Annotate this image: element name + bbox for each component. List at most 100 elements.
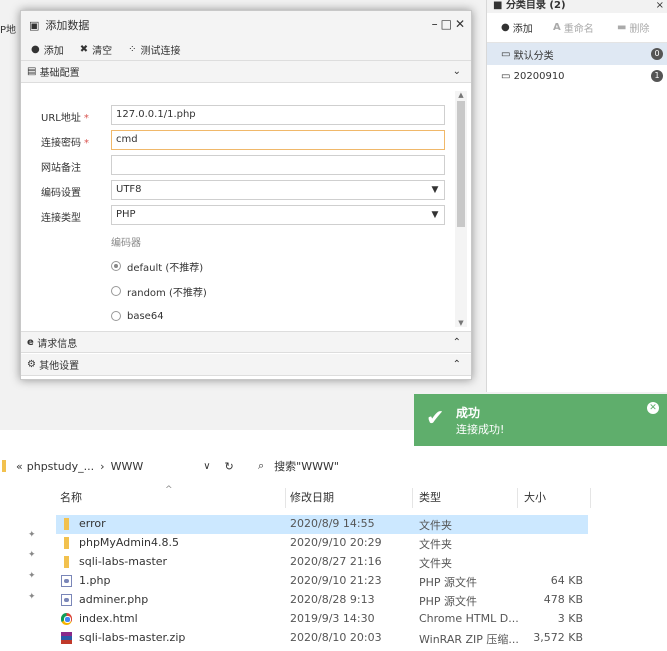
plus-circle-icon: ● [501,22,510,33]
scrollbar-thumb[interactable] [457,101,465,227]
add-data-dialog: ▣ 添加数据 – □ ✕ ● 添加 ✖ 清空 ⁘ 测试连接 ▤ 基础配置 ⌄ U… [20,10,472,380]
connection-type-select[interactable]: PHP ▼ [111,205,445,225]
column-divider [412,488,413,508]
close-icon[interactable]: × [656,0,664,11]
column-divider [590,488,591,508]
breadcrumb-back[interactable]: « [16,460,23,473]
check-icon: ✔ [426,406,445,431]
refresh-icon[interactable]: ↻ [225,460,234,473]
column-name[interactable]: 名称 [60,486,82,510]
success-toast: ✔ 成功 连接成功! ✕ [414,394,667,446]
rename-category-button[interactable]: A 重命名 [553,20,617,35]
form-scrollbar[interactable]: ▲ ▼ [455,91,467,327]
close-icon[interactable]: ✕ [455,17,465,31]
password-input[interactable]: cmd [111,130,445,150]
url-input[interactable]: 127.0.0.1/1.php [111,105,445,125]
file-name: adminer.php [79,593,149,606]
category-item[interactable]: ▭ 20200910 1 [487,65,667,87]
encoder-option-random[interactable]: random (不推荐) [111,281,207,301]
toast-message: 连接成功! [456,423,505,436]
file-type: PHP 源文件 [419,595,478,608]
maximize-icon[interactable]: □ [441,17,452,31]
search-box[interactable]: ⌕ 搜索"WWW" [258,455,339,477]
breadcrumb-item[interactable]: phpstudy_... [27,460,94,473]
file-date: 2020/8/9 14:55 [290,517,375,530]
section-other-settings[interactable]: ⚙ 其他设置 ⌃ [21,354,471,376]
delete-category-button[interactable]: ▬ 删除 [617,20,649,35]
file-size: 3,572 KB [533,631,583,644]
breadcrumb-item[interactable]: WWW [111,460,144,473]
file-type: 文件夹 [419,538,452,551]
note-input[interactable] [111,155,445,175]
file-row[interactable]: error 2020/8/9 14:55 文件夹 [0,515,667,534]
section-basic-config[interactable]: ▤ 基础配置 ⌄ [21,61,471,83]
chevron-down-icon[interactable]: ∨ [203,461,210,472]
category-item[interactable]: ▭ 默认分类 0 [487,43,667,65]
file-row[interactable]: 1.php 2020/9/10 21:23 PHP 源文件 64 KB [0,572,667,591]
file-size: 3 KB [557,612,583,625]
encoder-option-base64[interactable]: base64 [111,306,164,326]
folder-icon [64,556,69,568]
add-category-button[interactable]: ● 添加 [501,20,553,35]
folder-icon [2,460,6,472]
file-row[interactable]: sqli-labs-master.zip 2020/8/10 20:03 Win… [0,629,667,648]
search-placeholder: 搜索"WWW" [274,460,339,473]
file-row[interactable]: phpMyAdmin4.8.5 2020/9/10 20:29 文件夹 [0,534,667,553]
toast-title: 成功 [456,406,481,420]
php-file-icon [61,594,72,606]
file-size: 64 KB [550,574,583,587]
file-name: 1.php [79,574,111,587]
encoding-select[interactable]: UTF8 ▼ [111,180,445,200]
section-request-info[interactable]: e 请求信息 ⌃ [21,331,471,353]
minimize-icon[interactable]: – [432,17,438,31]
plus-circle-icon: ● [31,44,40,55]
count-badge: 1 [651,70,663,82]
scroll-down-icon[interactable]: ▼ [457,319,465,327]
add-button[interactable]: ● 添加 [31,42,64,57]
dialog-titlebar[interactable]: ▣ 添加数据 – □ ✕ [21,11,471,39]
dialog-title: 添加数据 [45,19,90,32]
breadcrumb-separator: › [100,459,105,473]
column-size[interactable]: 大小 [524,486,546,510]
window-controls: – □ ✕ [432,17,465,31]
folder-icon: ■ [493,0,506,11]
url-label: URL地址 * [41,113,89,124]
file-row[interactable]: index.html 2019/9/3 14:30 Chrome HTML D.… [0,610,667,629]
test-connection-button[interactable]: ⁘ 测试连接 [128,42,180,57]
encoder-option-default[interactable]: default (不推荐) [111,256,203,276]
required-mark: * [84,138,89,149]
file-row[interactable]: sqli-labs-master 2020/8/27 21:16 文件夹 [0,553,667,572]
file-row[interactable]: adminer.php 2020/8/28 9:13 PHP 源文件 478 K… [0,591,667,610]
folder-icon [64,537,69,549]
note-row: 网站备注 [21,155,471,177]
php-file-icon [61,575,72,587]
url-row: URL地址 * 127.0.0.1/1.php [21,105,471,127]
password-label: 连接密码 * [41,138,89,149]
chevron-up-icon: ⌃ [452,359,461,370]
type-row: 连接类型 PHP ▼ [21,205,471,227]
clear-button[interactable]: ✖ 清空 [80,42,112,57]
file-list-header: 名称 ^ 修改日期 类型 大小 [0,485,667,510]
password-row: 连接密码 * cmd [21,130,471,152]
close-icon[interactable]: ✕ [647,402,659,414]
column-date[interactable]: 修改日期 [290,486,334,510]
column-type[interactable]: 类型 [419,486,441,510]
file-size: 478 KB [543,593,583,606]
encoding-label: 编码设置 [41,188,81,199]
file-type: 文件夹 [419,519,452,532]
file-name: sqli-labs-master.zip [79,631,186,644]
encoding-value: UTF8 [116,184,142,195]
search-icon: ⌕ [258,459,265,472]
file-type: Chrome HTML D... [419,612,519,625]
category-panel-title: 分类目录 (2) [505,0,566,11]
basic-config-form: URL地址 * 127.0.0.1/1.php 连接密码 * cmd 网站备注 编码… [21,85,471,325]
file-type: 文件夹 [419,557,452,570]
x-icon: ✖ [79,44,89,55]
file-date: 2020/9/10 20:29 [290,536,382,549]
encoder-label: 编码器 [111,237,141,249]
file-date: 2019/9/3 14:30 [290,612,375,625]
e-icon: e [27,336,38,348]
chrome-icon [61,613,72,625]
scroll-up-icon[interactable]: ▲ [457,91,465,99]
folder-outline-icon: ▭ [501,48,514,60]
